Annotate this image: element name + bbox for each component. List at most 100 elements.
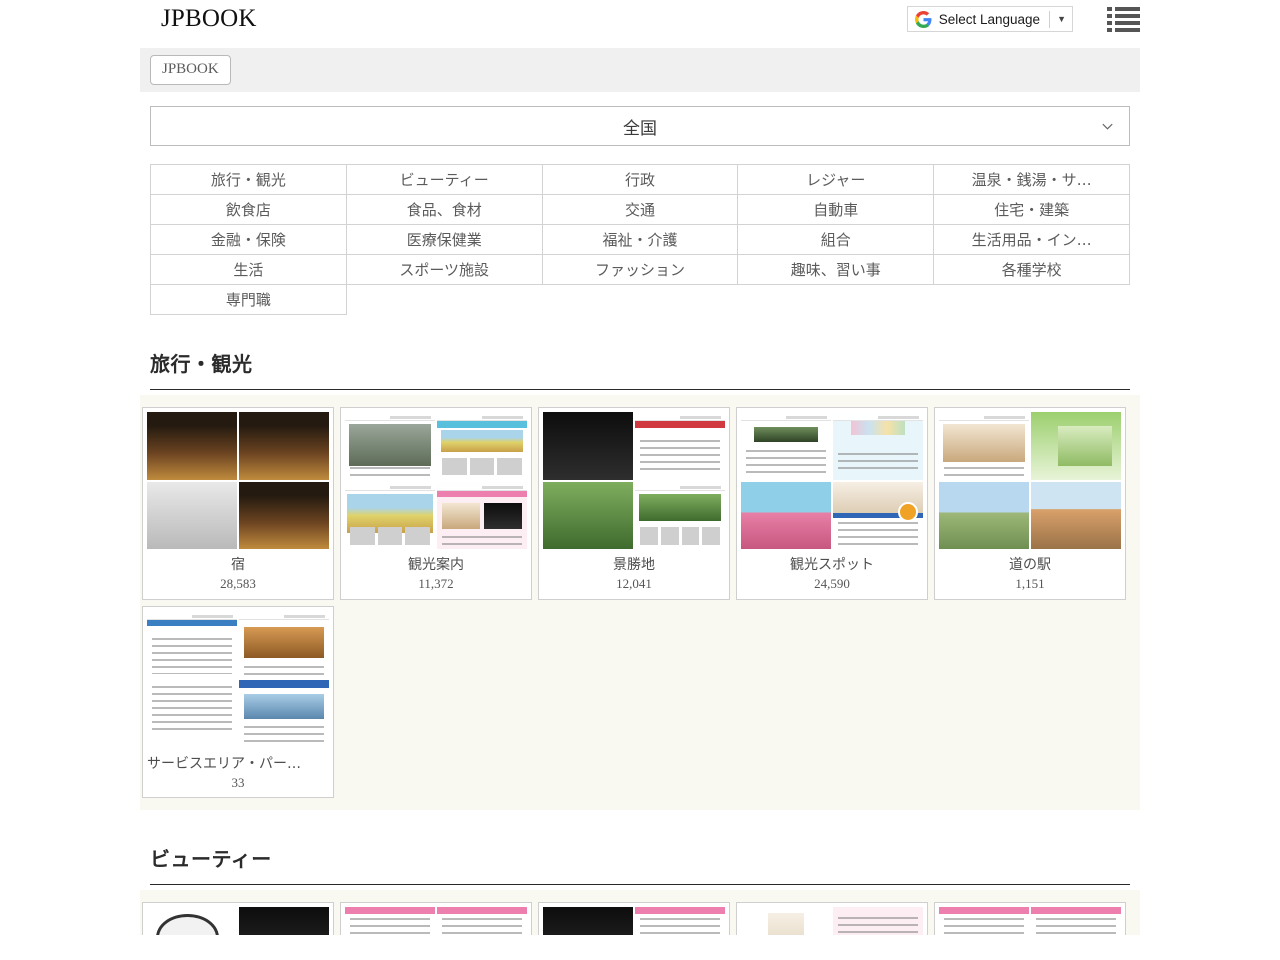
card-item[interactable] [142, 902, 334, 935]
chevron-down-icon[interactable]: ▼ [1057, 15, 1066, 24]
card-label: 景勝地 [543, 556, 725, 574]
table-row: 専門職 [151, 285, 1130, 315]
section-header-travel: 旅行・観光 [150, 348, 1130, 390]
card-item[interactable]: 道の駅 1,151 [934, 407, 1126, 600]
category-cell-union[interactable]: 組合 [738, 225, 934, 255]
category-cell-gov[interactable]: 行政 [542, 165, 738, 195]
category-cell-beauty[interactable]: ビューティー [346, 165, 542, 195]
thumb-tile [741, 482, 831, 550]
category-cell-transport[interactable]: 交通 [542, 195, 738, 225]
thumb-tile [833, 907, 923, 935]
card-item[interactable]: サービスエリア・パー… 33 [142, 606, 334, 799]
thumb-tile [939, 412, 1029, 480]
card-item[interactable] [340, 902, 532, 935]
translate-separator [1049, 11, 1050, 28]
category-cell-onsen[interactable]: 温泉・銭湯・サ… [934, 165, 1130, 195]
card-item[interactable]: 観光案内 11,372 [340, 407, 532, 600]
category-cell-food[interactable]: 食品、食材 [346, 195, 542, 225]
thumb-tile [543, 482, 633, 550]
table-row: 飲食店 食品、食材 交通 自動車 住宅・建築 [151, 195, 1130, 225]
category-cell-leisure[interactable]: レジャー [738, 165, 934, 195]
region-select-value: 全国 [623, 114, 657, 139]
category-cell-hobby[interactable]: 趣味、習い事 [738, 255, 934, 285]
card-thumbnail [741, 412, 923, 549]
card-label: 観光スポット [741, 556, 923, 574]
google-translate-widget[interactable]: Select Language ▼ [907, 6, 1073, 32]
card-item[interactable]: 宿 28,583 [142, 407, 334, 600]
category-cell-medical[interactable]: 医療保健業 [346, 225, 542, 255]
card-count: 28,583 [147, 574, 329, 594]
section-header-beauty: ビューティー [150, 843, 1130, 885]
card-item[interactable] [736, 902, 928, 935]
page-content: 全国 旅行・観光 ビューティー 行政 レジャー 温泉・銭湯・サ… 飲食店 食品、… [140, 106, 1140, 935]
thumb-tile [147, 412, 237, 480]
card-item[interactable] [934, 902, 1126, 935]
card-item[interactable]: 景勝地 12,041 [538, 407, 730, 600]
thumb-tile [833, 482, 923, 550]
category-cell-professional[interactable]: 専門職 [151, 285, 347, 315]
card-thumbnail [543, 907, 725, 935]
card-item[interactable]: 観光スポット 24,590 [736, 407, 928, 600]
thumb-tile [239, 680, 329, 748]
thumb-tile [833, 412, 923, 480]
thumb-tile [345, 482, 435, 550]
site-title: JPBOOK [161, 5, 257, 33]
thumb-tile [635, 907, 725, 935]
category-cell-travel[interactable]: 旅行・観光 [151, 165, 347, 195]
thumb-tile [741, 412, 831, 480]
region-select[interactable]: 全国 [150, 106, 1130, 146]
thumb-tile [437, 907, 527, 935]
section-title: 旅行・観光 [150, 348, 1130, 377]
thumb-tile [635, 482, 725, 550]
thumb-tile [147, 611, 237, 679]
category-cell-empty [346, 285, 542, 315]
thumb-tile [147, 680, 237, 748]
section-title: ビューティー [150, 843, 1130, 872]
card-count: 11,372 [345, 574, 527, 594]
category-cell-goods[interactable]: 生活用品・イン… [934, 225, 1130, 255]
thumb-tile [437, 482, 527, 550]
category-cell-finance[interactable]: 金融・保険 [151, 225, 347, 255]
thumb-tile [939, 482, 1029, 550]
thumb-tile [239, 611, 329, 679]
section-cards-travel: 宿 28,583 [140, 395, 1140, 810]
card-thumbnail [741, 907, 923, 935]
thumb-tile [437, 412, 527, 480]
category-cell-fashion[interactable]: ファッション [542, 255, 738, 285]
thumb-tile [1031, 412, 1121, 480]
category-cell-empty [738, 285, 934, 315]
card-label: 観光案内 [345, 556, 527, 574]
breadcrumb-item-jpbook[interactable]: JPBOOK [150, 55, 231, 85]
thumb-tile [239, 482, 329, 550]
card-item[interactable] [538, 902, 730, 935]
card-thumbnail [543, 412, 725, 549]
thumb-tile [345, 907, 435, 935]
category-cell-restaurant[interactable]: 飲食店 [151, 195, 347, 225]
card-thumbnail [147, 412, 329, 549]
thumb-tile [543, 907, 633, 935]
thumb-tile [1031, 482, 1121, 550]
category-cell-auto[interactable]: 自動車 [738, 195, 934, 225]
table-row: 金融・保険 医療保健業 福祉・介護 組合 生活用品・イン… [151, 225, 1130, 255]
card-count: 24,590 [741, 574, 923, 594]
category-cell-welfare[interactable]: 福祉・介護 [542, 225, 738, 255]
list-menu-icon[interactable] [1107, 6, 1140, 32]
header-right-controls: Select Language ▼ [907, 6, 1140, 32]
category-cell-life[interactable]: 生活 [151, 255, 347, 285]
category-cell-housing[interactable]: 住宅・建築 [934, 195, 1130, 225]
thumb-tile [635, 412, 725, 480]
thumb-tile [147, 907, 237, 935]
category-cell-sports[interactable]: スポーツ施設 [346, 255, 542, 285]
card-thumbnail [939, 907, 1121, 935]
card-thumbnail [345, 907, 527, 935]
card-label: 道の駅 [939, 556, 1121, 574]
card-thumbnail [345, 412, 527, 549]
category-table: 旅行・観光 ビューティー 行政 レジャー 温泉・銭湯・サ… 飲食店 食品、食材 … [150, 164, 1130, 315]
card-thumbnail [147, 611, 329, 748]
category-cell-empty [542, 285, 738, 315]
breadcrumb: JPBOOK [140, 48, 1140, 92]
category-cell-school[interactable]: 各種学校 [934, 255, 1130, 285]
card-count: 12,041 [543, 574, 725, 594]
thumb-tile [239, 412, 329, 480]
google-logo-icon [915, 11, 932, 28]
